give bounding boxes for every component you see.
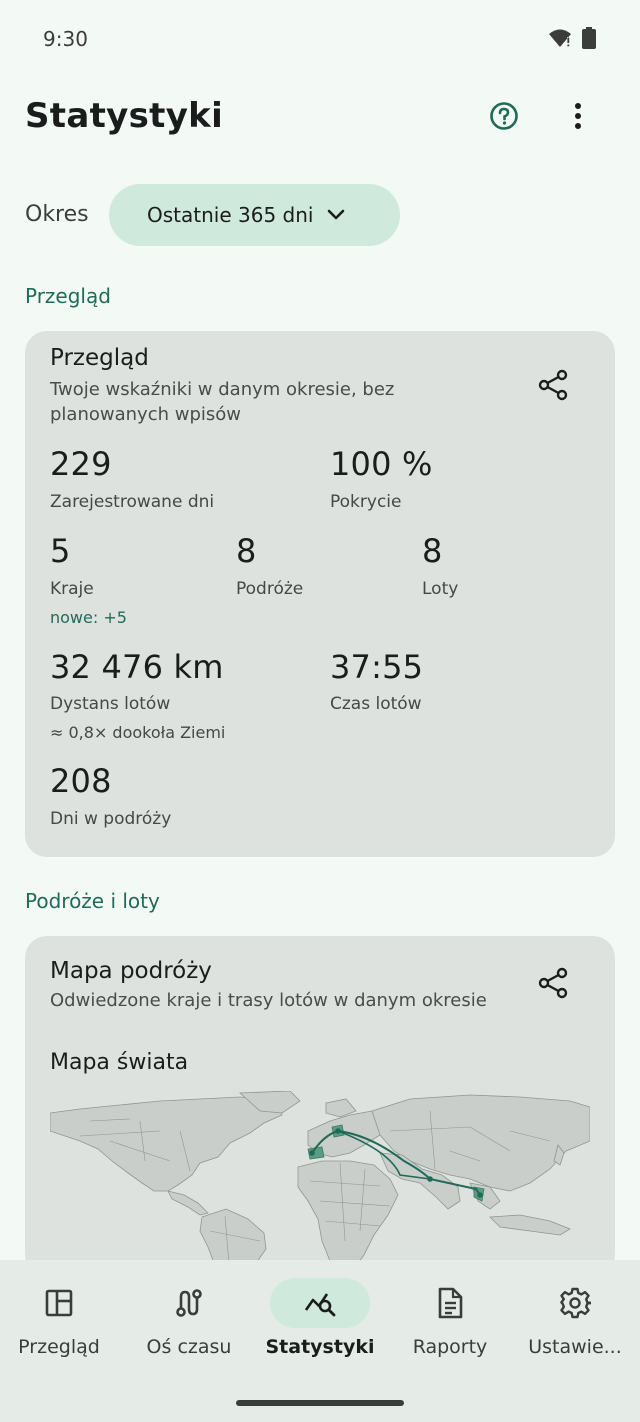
- world-map-heading: Mapa świata: [50, 1050, 189, 1075]
- metric-flights-label: Loty: [422, 579, 459, 599]
- period-selected-value: Ostatnie 365 dni: [147, 203, 314, 227]
- bottom-navigation: Przegląd Oś czasu Statystyki Raporty Ust…: [0, 1260, 640, 1422]
- settings-icon: [560, 1287, 591, 1319]
- section-header-overview: Przegląd: [25, 284, 111, 308]
- metric-trips-label: Podróże: [236, 579, 304, 599]
- metric-coverage-label: Pokrycie: [330, 492, 402, 512]
- gesture-bar[interactable]: [236, 1400, 404, 1406]
- nav-item-przeglad[interactable]: Przegląd: [0, 1278, 123, 1368]
- metric-countries-value: 5: [50, 532, 71, 570]
- nav-label: Statystyki: [265, 1336, 375, 1358]
- metric-distance-label: Dystans lotów: [50, 694, 171, 714]
- nav-item-statystyki[interactable]: Statystyki: [256, 1278, 384, 1368]
- battery-icon: [582, 27, 596, 49]
- metric-coverage-value: 100 %: [330, 445, 433, 483]
- metric-countries-label: Kraje: [50, 579, 94, 599]
- nav-icon-wrap: [139, 1278, 239, 1328]
- map-card-subtitle: Odwiedzone kraje i trasy lotów w danym o…: [50, 990, 487, 1011]
- metric-days-label: Zarejestrowane dni: [50, 492, 215, 512]
- overview-card-subtitle: Twoje wskaźniki w danym okresie, bez pla…: [50, 379, 395, 425]
- nav-label: Oś czasu: [146, 1336, 232, 1358]
- stats-icon: [304, 1293, 336, 1317]
- metric-flight-time-value: 37:55: [330, 648, 424, 686]
- route-icon: [176, 1289, 202, 1317]
- nav-item-raporty[interactable]: Raporty: [386, 1278, 514, 1368]
- metric-trips-value: 8: [236, 532, 257, 570]
- metric-travel-days-label: Dni w podróży: [50, 809, 172, 829]
- map-card-title: Mapa podróży: [50, 958, 212, 984]
- nav-icon-wrap: [525, 1278, 625, 1328]
- overview-card-title: Przegląd: [50, 345, 149, 371]
- report-icon: [438, 1287, 463, 1319]
- share-icon: [538, 967, 568, 999]
- overview-share-button[interactable]: [533, 365, 573, 405]
- more-options-button[interactable]: [556, 94, 600, 138]
- overview-card: Przegląd Twoje wskaźniki w danym okresie…: [25, 331, 615, 857]
- nav-icon-wrap: [400, 1278, 500, 1328]
- share-icon: [538, 369, 568, 401]
- nav-item-ustawienia[interactable]: Ustawie...: [511, 1278, 639, 1368]
- status-bar: 9:30: [0, 0, 640, 78]
- metric-distance-note: ≈ 0,8× dookoła Ziemi: [50, 723, 226, 742]
- help-circle-icon: [490, 102, 518, 130]
- metric-distance-value: 32 476 km: [50, 648, 224, 686]
- metric-countries-note: nowe: +5: [50, 608, 127, 627]
- map-share-button[interactable]: [533, 963, 573, 1003]
- nav-icon-wrap-active: [270, 1278, 370, 1328]
- status-time: 9:30: [43, 27, 88, 51]
- world-map-image: [50, 1091, 590, 1276]
- nav-icon-wrap: [9, 1278, 109, 1328]
- wifi-icon: [549, 29, 571, 47]
- more-vert-icon: [575, 103, 581, 129]
- period-dropdown[interactable]: Ostatnie 365 dni: [109, 184, 400, 246]
- nav-label: Raporty: [412, 1336, 488, 1358]
- nav-label: Ustawie...: [528, 1336, 622, 1358]
- status-icons: [548, 27, 596, 49]
- dashboard-icon: [45, 1289, 73, 1317]
- map-card: Mapa podróży Odwiedzone kraje i trasy lo…: [25, 936, 615, 1276]
- chevron-down-icon: [328, 209, 345, 220]
- nav-label: Przegląd: [18, 1336, 100, 1358]
- metric-flights-value: 8: [422, 532, 443, 570]
- world-map[interactable]: [50, 1091, 590, 1276]
- app-bar: Statystyki: [0, 78, 640, 154]
- help-button[interactable]: [482, 94, 526, 138]
- period-label: Okres: [25, 202, 89, 227]
- metric-travel-days-value: 208: [50, 762, 112, 800]
- metric-days-value: 229: [50, 445, 112, 483]
- period-row: Okres Ostatnie 365 dni: [0, 184, 640, 246]
- section-header-trips: Podróże i loty: [25, 889, 160, 913]
- page-title: Statystyki: [25, 96, 224, 136]
- metric-flight-time-label: Czas lotów: [330, 694, 422, 714]
- nav-item-os-czasu[interactable]: Oś czasu: [125, 1278, 253, 1368]
